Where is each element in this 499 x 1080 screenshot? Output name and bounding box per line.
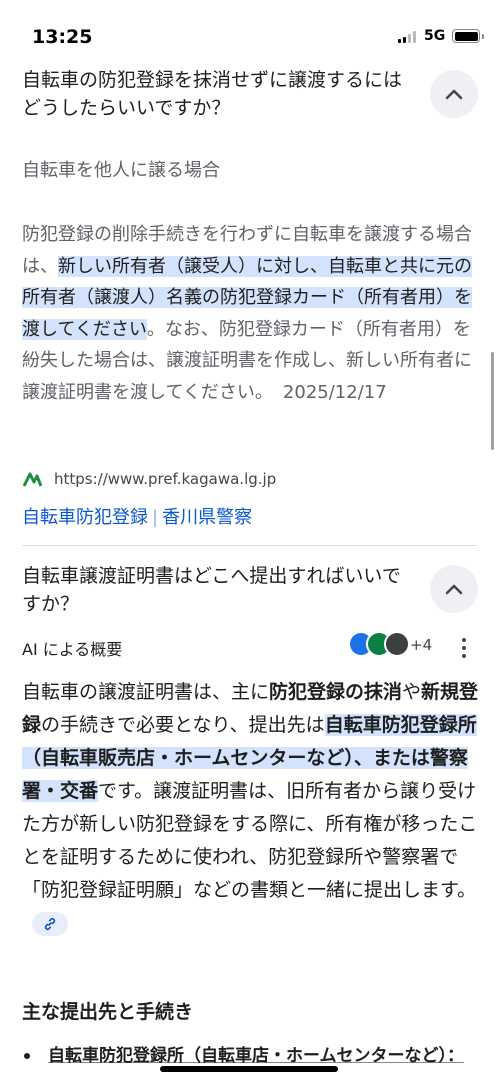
source-title-b[interactable]: 香川県警察: [162, 507, 252, 528]
source-link[interactable]: 自転車防犯登録 | 香川県警察: [22, 503, 252, 529]
status-bar: 13:25 5G: [0, 0, 499, 56]
source-url[interactable]: https://www.pref.kagawa.lg.jp: [54, 470, 276, 488]
answer-text: 防犯登録の削除手続きを行わずに自転車を譲渡する場合は、新しい所有者（譲受人）に対…: [22, 219, 477, 408]
home-indicator[interactable]: [160, 1066, 338, 1072]
link-icon: [44, 917, 56, 930]
answer-date: 2025/12/17: [282, 381, 387, 403]
collapse-button-2[interactable]: [430, 565, 478, 613]
signal-icon: [398, 31, 418, 43]
source-separator: |: [152, 507, 159, 528]
network-type: 5G: [424, 28, 446, 44]
question-title-1[interactable]: 自転車の防犯登録を抹消せずに譲渡するにはどうしたらいいですか？: [22, 66, 412, 122]
ai-overview-text: 自転車の譲渡証明書は、主に防犯登録の抹消や新規登録の手続きで必要となり、提出先は…: [22, 676, 482, 940]
ai-bold-1: 防犯登録の抹消: [269, 681, 403, 703]
more-vert-icon[interactable]: [462, 638, 466, 658]
battery-icon: [452, 29, 484, 43]
source-title-a[interactable]: 自転車防犯登録: [22, 507, 148, 528]
status-time: 13:25: [32, 26, 93, 48]
question-title-2[interactable]: 自転車譲渡証明書はどこへ提出すればいいですか？: [22, 562, 412, 618]
ai-overview-label: AI による概要: [22, 640, 123, 659]
ai-text-3: の手続きで必要となり、提出先は: [41, 714, 325, 736]
source-avatar-3[interactable]: [384, 631, 410, 657]
chevron-up-icon: [445, 89, 463, 100]
scrollbar[interactable]: [491, 352, 494, 450]
ai-text-1: 自転車の譲渡証明書は、主に: [22, 681, 270, 703]
kagawa-logo-icon: [22, 472, 42, 487]
divider: [22, 545, 477, 546]
ai-text-2: や: [402, 681, 422, 703]
bullet-dot: [24, 1053, 30, 1059]
chevron-up-icon: [445, 584, 463, 595]
answer-subhead: 自転車を他人に譲る場合: [22, 160, 220, 181]
more-sources-count[interactable]: +4: [410, 636, 432, 654]
section-heading: 主な提出先と手続き: [22, 1001, 194, 1023]
collapse-button-1[interactable]: [430, 70, 478, 118]
link-chip[interactable]: [32, 911, 68, 936]
